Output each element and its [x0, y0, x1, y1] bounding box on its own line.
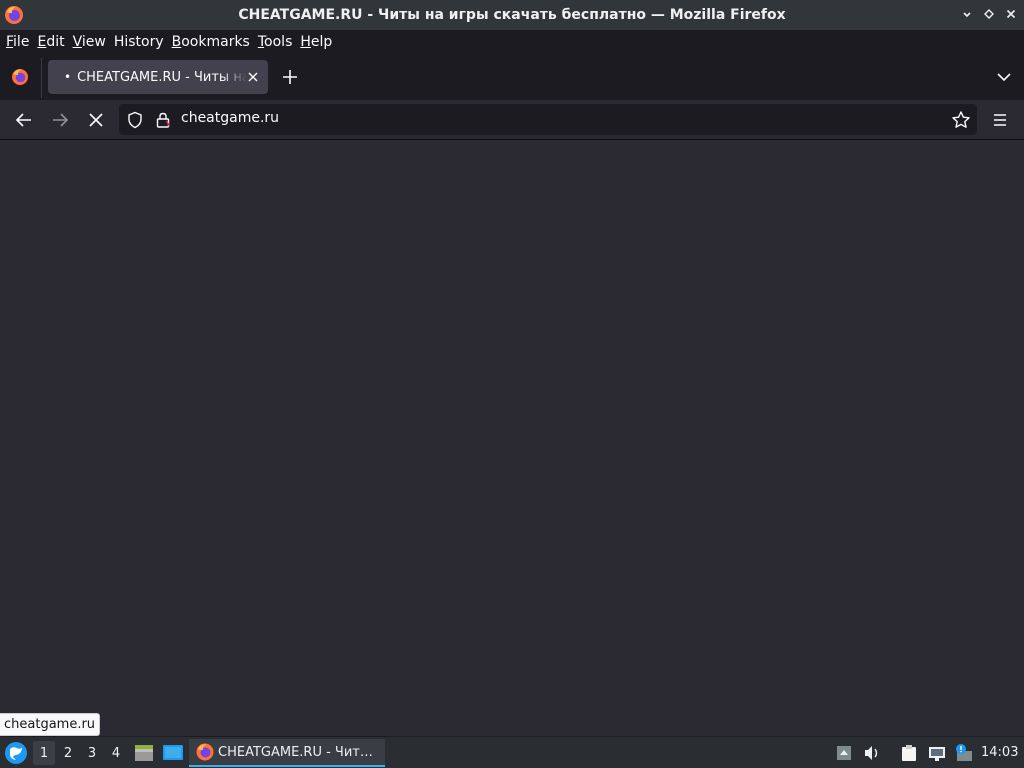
menu-help[interactable]: Help — [300, 31, 332, 53]
menu-icon[interactable] — [990, 110, 1010, 130]
tab-separator — [41, 58, 42, 98]
navigation-toolbar: cheatgame.ru — [0, 100, 1024, 140]
menu-tools[interactable]: Tools — [258, 31, 293, 53]
menu-help-accel: H — [300, 34, 311, 50]
menu-edit[interactable]: Edit — [37, 31, 64, 53]
clipboard-icon[interactable] — [899, 743, 919, 763]
tab-strip: • CHEATGAME.RU - Читы на игры скачать бе… — [0, 54, 1024, 100]
firefox-view-icon[interactable] — [10, 67, 30, 87]
tray-expand-icon[interactable] — [834, 743, 854, 763]
url-text[interactable]: cheatgame.ru — [181, 110, 279, 126]
minimize-icon — [963, 12, 971, 18]
firefox-icon — [5, 6, 23, 24]
menu-bookmarks-label: ookmarks — [181, 34, 250, 50]
file-manager-icon[interactable] — [133, 742, 155, 764]
lock-icon[interactable] — [154, 111, 172, 129]
back-icon[interactable] — [14, 110, 34, 130]
workspace-2[interactable]: 2 — [57, 741, 79, 765]
menu-tools-label: ools — [264, 34, 293, 50]
forward-icon[interactable] — [50, 110, 70, 130]
menu-file-label: ile — [13, 34, 30, 50]
minimize-button[interactable] — [960, 6, 974, 22]
notifications-icon[interactable] — [954, 743, 974, 763]
bookmark-star-icon[interactable] — [951, 110, 971, 130]
close-tab-icon[interactable] — [246, 70, 260, 84]
tab-active[interactable]: • CHEATGAME.RU - Читы на игры скачать бе… — [48, 60, 268, 94]
menu-history-first: H — [113, 34, 125, 50]
stop-loading-icon[interactable] — [86, 110, 106, 130]
menu-edit-label: dit — [46, 34, 65, 50]
desktop-icon[interactable] — [162, 742, 184, 764]
link-status-tooltip: cheatgame.ru — [0, 713, 101, 736]
window-titlebar: CHEATGAME.RU - Читы на игры скачать бесп… — [0, 0, 1024, 30]
menu-bookmarks[interactable]: Bookmarks — [172, 31, 250, 53]
taskbar: 1 2 3 4 CHEATGAME.RU - Чит… 14:03 — [0, 736, 1024, 768]
menu-view-label: iew — [81, 34, 106, 50]
menu-history[interactable]: History — [114, 31, 164, 53]
task-label: CHEATGAME.RU - Чит… — [218, 744, 373, 760]
menu-file[interactable]: File — [6, 31, 29, 53]
new-tab-icon[interactable] — [280, 67, 300, 87]
close-icon — [1006, 9, 1016, 19]
menu-view-accel: V — [72, 34, 82, 50]
menu-view[interactable]: View — [73, 31, 106, 53]
window-title: CHEATGAME.RU - Читы на игры скачать бесп… — [238, 7, 786, 23]
tracking-protection-icon[interactable] — [126, 111, 144, 129]
chevron-down-icon[interactable] — [996, 69, 1012, 85]
maximize-icon — [984, 9, 994, 19]
menu-file-accel: F — [6, 34, 14, 50]
page-content — [0, 141, 1024, 735]
menu-edit-accel: E — [37, 34, 47, 50]
maximize-button[interactable] — [982, 6, 996, 22]
tab-title: CHEATGAME.RU - Читы на игры скачать бесп… — [77, 69, 248, 85]
close-window-button[interactable] — [1004, 6, 1018, 22]
workspace-1[interactable]: 1 — [33, 741, 55, 765]
firefox-icon — [196, 743, 214, 761]
menu-history-label: istory — [124, 34, 164, 50]
menu-bar: File Edit View History Bookmarks Tools H… — [0, 30, 1024, 54]
network-icon[interactable] — [927, 743, 947, 763]
workspace-4[interactable]: 4 — [105, 741, 127, 765]
menu-bookmarks-accel: B — [171, 34, 182, 50]
start-menu-icon[interactable] — [4, 741, 28, 765]
workspace-3[interactable]: 3 — [81, 741, 103, 765]
tab-loading-indicator: • — [64, 70, 72, 84]
taskbar-firefox-task[interactable]: CHEATGAME.RU - Чит… — [189, 739, 385, 767]
url-bar[interactable]: cheatgame.ru — [119, 104, 977, 135]
volume-icon[interactable] — [862, 743, 882, 763]
menu-help-label: elp — [310, 34, 333, 50]
clock: 14:03 — [981, 745, 1019, 760]
